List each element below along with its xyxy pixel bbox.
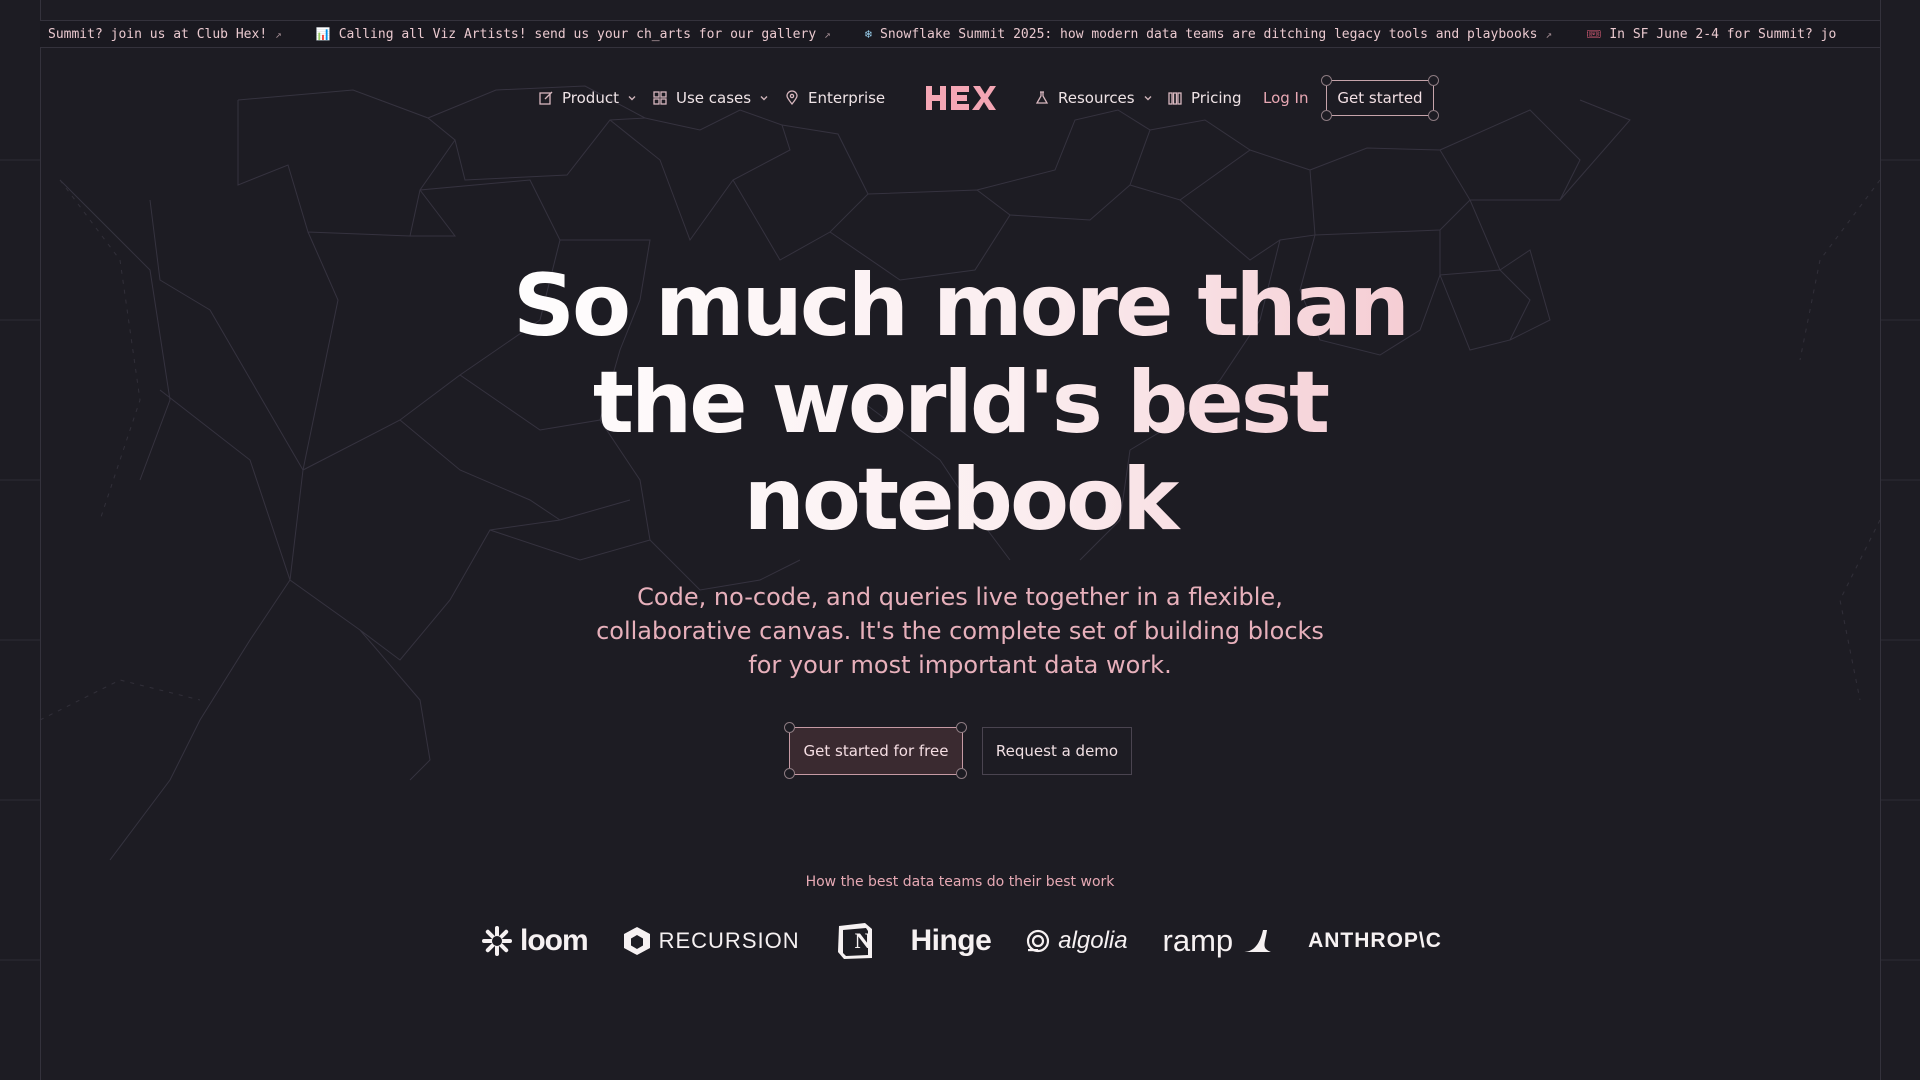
hex-logo[interactable]: [926, 80, 996, 116]
algolia-wordmark: algolia: [1058, 927, 1128, 954]
edit-icon: [538, 90, 554, 106]
customer-logos: loom RECURSION N Hinge algolia ramp ANTH…: [482, 918, 1442, 964]
selection-handle: [784, 722, 795, 733]
hero-headline-line: So much more than: [513, 256, 1407, 356]
hero-headline: So much more than the world's best noteb…: [460, 258, 1460, 549]
columns-icon: [1167, 90, 1183, 106]
nav-get-started-label: Get started: [1337, 89, 1423, 107]
nav-resources-label: Resources: [1058, 89, 1135, 107]
loom-wordmark: loom: [520, 924, 589, 957]
hinge-wordmark: Hinge: [910, 924, 992, 957]
ticket-icon: 🎟: [1586, 27, 1602, 41]
nav-product[interactable]: Product: [538, 80, 637, 116]
selection-handle: [1428, 110, 1439, 121]
algolia-icon: [1027, 929, 1050, 953]
nav-get-started-button[interactable]: Get started: [1326, 80, 1434, 116]
ramp-icon: [1243, 930, 1272, 952]
selection-handle: [1428, 75, 1439, 86]
top-navigation: Product Use cases Enterprise Resources P…: [0, 75, 1920, 121]
loom-icon: [482, 926, 512, 956]
chevron-down-icon: [1143, 93, 1153, 103]
request-demo-label: Request a demo: [995, 742, 1119, 760]
notion-logo: N: [835, 921, 876, 961]
chevron-down-icon: [627, 93, 637, 103]
snowflake-icon: ❄: [864, 27, 873, 41]
chevron-down-icon: [759, 93, 769, 103]
nav-pricing[interactable]: Pricing: [1167, 80, 1242, 116]
login-link[interactable]: Log In: [1263, 80, 1309, 116]
hex-logo-mark: [926, 86, 996, 110]
ticker-item[interactable]: 🎟 In SF June 2-4 for Summit? jo: [1586, 27, 1836, 42]
location-pin-icon: [784, 90, 800, 106]
ramp-logo: ramp: [1163, 923, 1274, 959]
selection-handle: [1321, 110, 1332, 121]
selection-handle: [784, 768, 795, 779]
selection-handle: [956, 722, 967, 733]
loom-logo: loom: [482, 924, 589, 958]
hero-subtitle-line: for your most important data work.: [748, 651, 1172, 679]
nav-pricing-label: Pricing: [1191, 89, 1242, 107]
anthropic-logo: ANTHROP\C: [1308, 929, 1442, 953]
ticker-text: Snowflake Summit 2025: how modern data t…: [880, 26, 1538, 42]
nav-enterprise[interactable]: Enterprise: [784, 80, 885, 116]
hero-subtitle: Code, no-code, and queries live together…: [560, 580, 1360, 682]
login-label: Log In: [1263, 89, 1309, 107]
notion-letter: N: [854, 928, 871, 953]
anthropic-wordmark: ANTHROP\C: [1308, 929, 1442, 952]
nav-product-label: Product: [562, 89, 619, 107]
ticker-text: Calling all Viz Artists! send us your ch…: [338, 26, 817, 42]
ticker-text: In SF June 2-4 for Summit? jo: [1609, 26, 1837, 42]
frame-left-border: [40, 0, 41, 1080]
algolia-logo: algolia: [1026, 927, 1128, 955]
get-started-free-button[interactable]: Get started for free: [789, 727, 963, 775]
nav-enterprise-label: Enterprise: [808, 89, 886, 107]
recursion-icon: [623, 927, 650, 955]
external-link-icon: ↗: [1545, 27, 1553, 41]
nav-use-cases[interactable]: Use cases: [652, 80, 769, 116]
recursion-logo: RECURSION: [623, 926, 800, 956]
flask-icon: [1034, 90, 1050, 106]
recursion-wordmark: RECURSION: [658, 928, 800, 953]
hero-subtitle-line: Code, no-code, and queries live together…: [637, 583, 1283, 611]
ticker-text: Summit? join us at Club Hex!: [48, 26, 268, 42]
ticker-item[interactable]: 📊 Calling all Viz Artists! send us your …: [316, 27, 831, 42]
get-started-free-label: Get started for free: [803, 742, 949, 760]
external-link-icon: ↗: [275, 27, 282, 41]
ramp-wordmark: ramp: [1162, 923, 1234, 958]
external-link-icon: ↗: [824, 27, 831, 41]
hinge-logo: Hinge: [910, 924, 991, 958]
customer-tagline: How the best data teams do their best wo…: [805, 874, 1115, 890]
hero-headline-line: notebook: [743, 450, 1177, 550]
selection-handle: [1321, 75, 1332, 86]
ticker-item[interactable]: ❄ Snowflake Summit 2025: how modern data…: [865, 27, 1552, 42]
ticker-item[interactable]: Summit? join us at Club Hex! ↗: [48, 27, 282, 42]
frame-right-border: [1880, 0, 1881, 1080]
hero-headline-line: the world's best: [592, 353, 1328, 453]
chart-icon: 📊: [315, 27, 331, 41]
nav-use-cases-label: Use cases: [676, 89, 752, 107]
announcement-ticker: Summit? join us at Club Hex! ↗ 📊 Calling…: [40, 20, 1880, 48]
request-demo-button[interactable]: Request a demo: [982, 727, 1132, 775]
selection-handle: [956, 768, 967, 779]
nav-resources[interactable]: Resources: [1034, 80, 1153, 116]
grid-icon: [652, 90, 668, 106]
hero-subtitle-line: collaborative canvas. It's the complete …: [596, 617, 1324, 645]
